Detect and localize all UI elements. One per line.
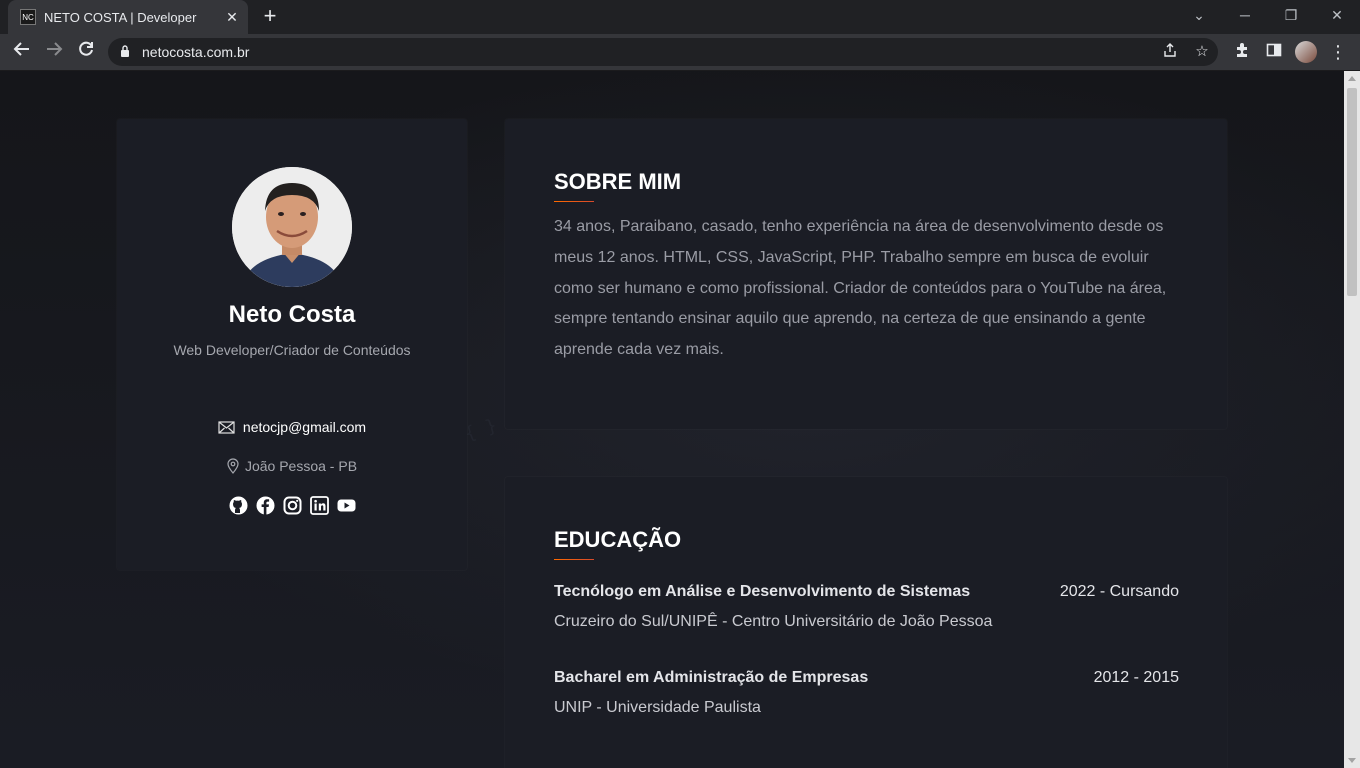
linkedin-icon[interactable]: [309, 496, 329, 515]
education-school: Cruzeiro do Sul/UNIPÊ - Centro Universit…: [554, 613, 993, 630]
education-period: 2012 - 2015: [1093, 669, 1179, 686]
address-bar[interactable]: netocosta.com.br ☆: [108, 38, 1218, 66]
site-favicon-icon: NC: [20, 9, 36, 25]
email-row[interactable]: netocjp@gmail.com: [117, 419, 467, 435]
scrollbar-thumb[interactable]: [1347, 88, 1357, 296]
education-period: 2022 - Cursando: [1059, 583, 1179, 600]
education-title: EDUCAÇÃO: [554, 527, 682, 552]
location-text: João Pessoa - PB: [244, 458, 358, 474]
tab-title: NETO COSTA | Developer: [44, 9, 197, 25]
restore-button[interactable]: ❐: [1268, 0, 1314, 32]
instagram-icon[interactable]: [283, 496, 302, 515]
close-window-button[interactable]: ✕: [1314, 0, 1360, 32]
share-icon[interactable]: [1160, 42, 1180, 62]
arrow-right-icon: [47, 42, 63, 56]
education-card: EDUCAÇÃO Tecnólogo em Análise e Desenvol…: [505, 477, 1227, 768]
forward-button[interactable]: [42, 40, 66, 64]
facebook-icon[interactable]: [256, 496, 275, 515]
page-scrollbar[interactable]: [1344, 71, 1360, 768]
scroll-down-arrow-icon[interactable]: [1348, 758, 1356, 763]
reload-icon: [79, 41, 93, 56]
profile-role: Web Developer/Criador de Conteúdos: [173, 342, 411, 358]
page-viewport: { } </> ; ( ) => Neto Costa Web Develope…: [0, 71, 1344, 768]
github-icon[interactable]: [229, 496, 248, 515]
envelope-icon: [218, 420, 235, 434]
profile-avatar[interactable]: [1295, 41, 1317, 63]
menu-kebab-icon[interactable]: ⋮: [1326, 40, 1350, 64]
map-pin-icon: [227, 458, 239, 474]
social-links: [117, 496, 467, 515]
side-panel-icon[interactable]: [1262, 40, 1286, 64]
lock-icon: [121, 45, 129, 57]
tab-close-icon[interactable]: ✕: [222, 9, 242, 26]
profile-photo: [232, 167, 352, 287]
new-tab-button[interactable]: +: [258, 4, 282, 28]
bookmark-star-icon[interactable]: ☆: [1192, 42, 1212, 62]
education-school: UNIP - Universidade Paulista: [554, 699, 761, 716]
browser-tab[interactable]: NC NETO COSTA | Developer ✕: [8, 0, 248, 34]
back-button[interactable]: [10, 40, 34, 64]
extensions-puzzle-icon[interactable]: [1230, 40, 1254, 64]
scroll-up-arrow-icon[interactable]: [1348, 76, 1356, 81]
arrow-left-icon: [13, 42, 29, 56]
email-link[interactable]: netocjp@gmail.com: [243, 419, 366, 435]
location-row: João Pessoa - PB: [117, 458, 467, 474]
about-card: SOBRE MIM 34 anos, Paraibano, casado, te…: [505, 119, 1227, 429]
minimize-button[interactable]: ─: [1222, 0, 1268, 32]
reload-button[interactable]: [74, 40, 98, 64]
education-course: Tecnólogo em Análise e Desenvolvimento d…: [554, 583, 971, 600]
education-course: Bacharel em Administração de Empresas: [554, 669, 869, 686]
education-title-underline: [554, 559, 594, 560]
url-text: netocosta.com.br: [142, 44, 250, 60]
about-title-underline: [554, 201, 594, 202]
youtube-icon[interactable]: [337, 496, 356, 515]
browser-toolbar: netocosta.com.br ☆ ⋮: [0, 34, 1360, 71]
tab-search-icon[interactable]: ⌄: [1176, 0, 1222, 32]
about-title: SOBRE MIM: [554, 169, 682, 194]
about-text: 34 anos, Paraibano, casado, tenho experi…: [554, 218, 1167, 359]
profile-name: Neto Costa: [228, 301, 356, 328]
profile-card: Neto Costa Web Developer/Criador de Cont…: [117, 119, 467, 570]
browser-tab-bar: NC NETO COSTA | Developer ✕ + ⌄ ─ ❐ ✕: [0, 0, 1360, 34]
